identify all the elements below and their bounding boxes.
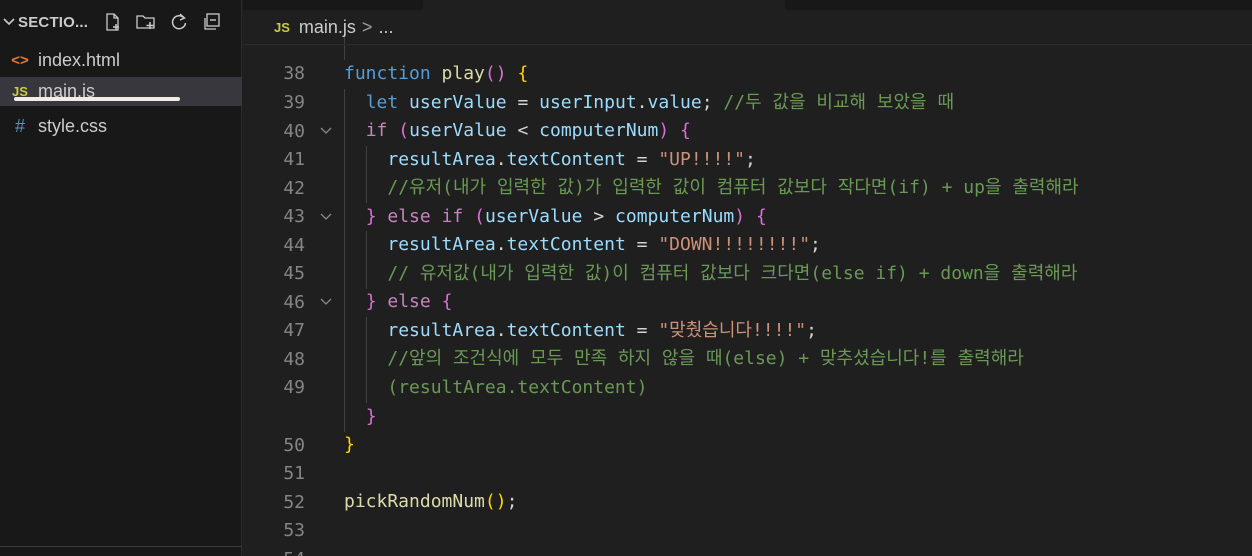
- code-line-wrapped: (resultArea.textContent): [243, 374, 1252, 403]
- code-line: 47 } else {: [243, 288, 1252, 341]
- code-line: 40 let userValue = userInput.value; //두 …: [243, 89, 1252, 142]
- file-name: index.html: [38, 50, 121, 70]
- code-line: 54: [243, 517, 1252, 556]
- section-title: SECTIO...: [18, 13, 89, 31]
- file-name: style.css: [38, 116, 108, 136]
- refresh-icon[interactable]: [168, 11, 190, 33]
- code-line: 41 if (userValue < computerNum) {: [243, 117, 1252, 170]
- code-line: 49 //앞의 조건식에 모두 만족 하지 않을 때(else) + 맞추셨습니…: [243, 345, 1252, 398]
- js-file-icon: JS: [274, 19, 290, 35]
- html-file-icon: <>: [11, 52, 29, 69]
- collapse-all-icon[interactable]: [201, 11, 223, 33]
- code-line: 46 // 유저값(내가 입력한 값)이 컴퓨터 값보다 크다면(else if…: [243, 260, 1252, 313]
- fold-chevron-icon[interactable]: [319, 288, 333, 316]
- file-item-style-css[interactable]: # style.css: [0, 112, 242, 141]
- code-editor[interactable]: 38 39 function play() { 40 let userValue…: [243, 37, 1252, 556]
- fold-chevron-icon[interactable]: [319, 117, 333, 145]
- line-number: 54: [243, 546, 305, 556]
- tab-strip: [243, 0, 1252, 10]
- code-line: 43 //유저(내가 입력한 값)가 입력한 값이 컴퓨터 값보다 작다면(if…: [243, 174, 1252, 227]
- annotation-underline: [14, 97, 180, 101]
- code-line: 39 function play() {: [243, 60, 1252, 113]
- code-line: 48 resultArea.textContent = "맞췄습니다!!!!";: [243, 317, 1252, 370]
- code-line: 51 }: [243, 431, 1252, 484]
- code-line: 53 pickRandomNum();: [243, 488, 1252, 541]
- sticky-scroll-border: [243, 44, 1252, 45]
- code-line: 42 resultArea.textContent = "UP!!!!";: [243, 146, 1252, 199]
- new-folder-icon[interactable]: [135, 11, 157, 33]
- file-item-index-html[interactable]: <> index.html: [0, 46, 242, 75]
- code-line: 38: [243, 37, 1252, 84]
- sidebar-divider: [0, 546, 242, 547]
- explorer-sidebar: SECTIO... <> index.html JS main.js # sty…: [0, 0, 242, 556]
- breadcrumb-symbols[interactable]: ...: [378, 17, 393, 38]
- code-line: 45 resultArea.textContent = "DOWN!!!!!!!…: [243, 231, 1252, 284]
- new-file-icon[interactable]: [102, 11, 124, 33]
- code-line: 50 }: [243, 403, 1252, 456]
- chevron-down-icon[interactable]: [2, 15, 16, 29]
- explorer-section-header[interactable]: SECTIO...: [0, 0, 241, 44]
- breadcrumb-separator: >: [361, 16, 373, 37]
- css-file-icon: #: [14, 116, 25, 136]
- code-line: 44 } else if (userValue > computerNum) {: [243, 203, 1252, 256]
- file-item-main-js[interactable]: JS main.js: [0, 77, 242, 106]
- fold-chevron-icon[interactable]: [319, 203, 333, 231]
- breadcrumb-file[interactable]: main.js: [299, 17, 356, 38]
- code-line: 52: [243, 460, 1252, 513]
